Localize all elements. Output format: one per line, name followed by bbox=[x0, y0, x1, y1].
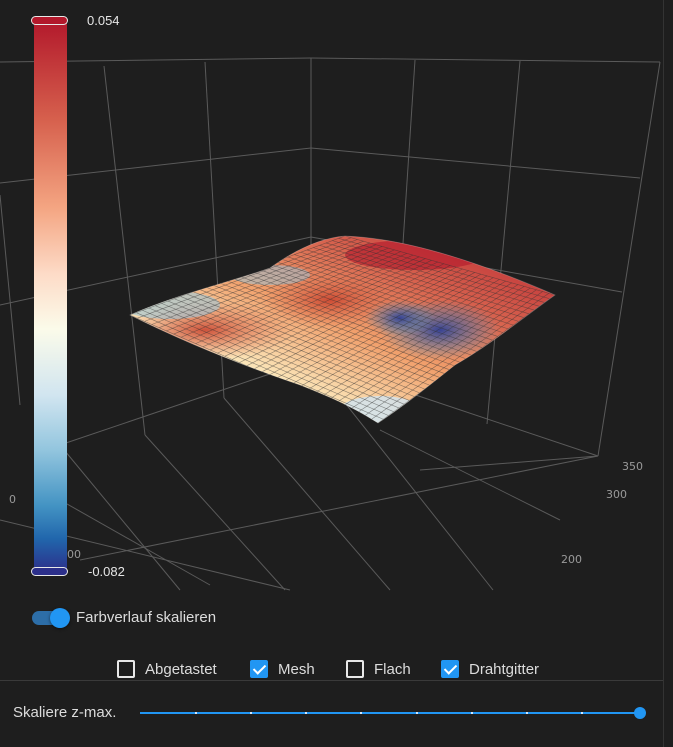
colorbar-min-label: -0.082 bbox=[88, 564, 125, 579]
zmax-slider-label: Skaliere z-max. bbox=[13, 704, 117, 721]
y-axis-tick-label: 300 bbox=[606, 488, 627, 501]
checkbox-mesh[interactable]: Mesh bbox=[250, 659, 315, 679]
surface-mesh bbox=[130, 236, 555, 423]
mesh-3d-plot[interactable]: 350 300 200 00 0 bbox=[0, 0, 663, 600]
checkbox-box[interactable] bbox=[441, 660, 459, 678]
slider-step-mark bbox=[416, 712, 418, 714]
colorbar-min-handle[interactable] bbox=[31, 567, 68, 576]
checkbox-label: Mesh bbox=[278, 660, 315, 678]
checkbox-drahtgitter[interactable]: Drahtgitter bbox=[441, 659, 539, 679]
x-axis-tick-label: 00 bbox=[67, 548, 81, 561]
slider-step-mark bbox=[471, 712, 473, 714]
slider-step-mark bbox=[305, 712, 307, 714]
checkbox-label: Drahtgitter bbox=[469, 660, 540, 678]
z-axis-tick-label: 0 bbox=[9, 493, 16, 506]
scale-gradient-label: Farbverlauf skalieren bbox=[76, 609, 217, 626]
zmax-slider[interactable] bbox=[140, 704, 646, 722]
divider bbox=[0, 680, 663, 681]
slider-thumb[interactable] bbox=[634, 707, 646, 719]
checkbox-box[interactable] bbox=[117, 660, 135, 678]
checkbox-abgetastet[interactable]: Abgetastet bbox=[117, 659, 217, 679]
checkbox-label: Flach bbox=[374, 660, 411, 678]
toggle-knob bbox=[50, 608, 70, 628]
colorbar-max-handle[interactable] bbox=[31, 16, 68, 25]
panel-edge bbox=[663, 0, 664, 747]
slider-step-mark bbox=[195, 712, 197, 714]
scale-gradient-toggle[interactable] bbox=[32, 608, 70, 628]
colorbar-max-label: 0.054 bbox=[87, 13, 120, 28]
checkbox-flach[interactable]: Flach bbox=[346, 659, 411, 679]
y-axis-tick-label: 200 bbox=[561, 553, 582, 566]
slider-step-mark bbox=[526, 712, 528, 714]
y-axis-tick-label: 350 bbox=[622, 460, 643, 473]
checkbox-label: Abgetastet bbox=[145, 660, 217, 678]
colorbar bbox=[34, 20, 67, 572]
checkbox-box[interactable] bbox=[250, 660, 268, 678]
checkbox-box[interactable] bbox=[346, 660, 364, 678]
slider-step-mark bbox=[581, 712, 583, 714]
slider-rail bbox=[140, 712, 640, 714]
slider-step-mark bbox=[250, 712, 252, 714]
slider-step-mark bbox=[360, 712, 362, 714]
plot-canvas[interactable] bbox=[0, 0, 663, 600]
